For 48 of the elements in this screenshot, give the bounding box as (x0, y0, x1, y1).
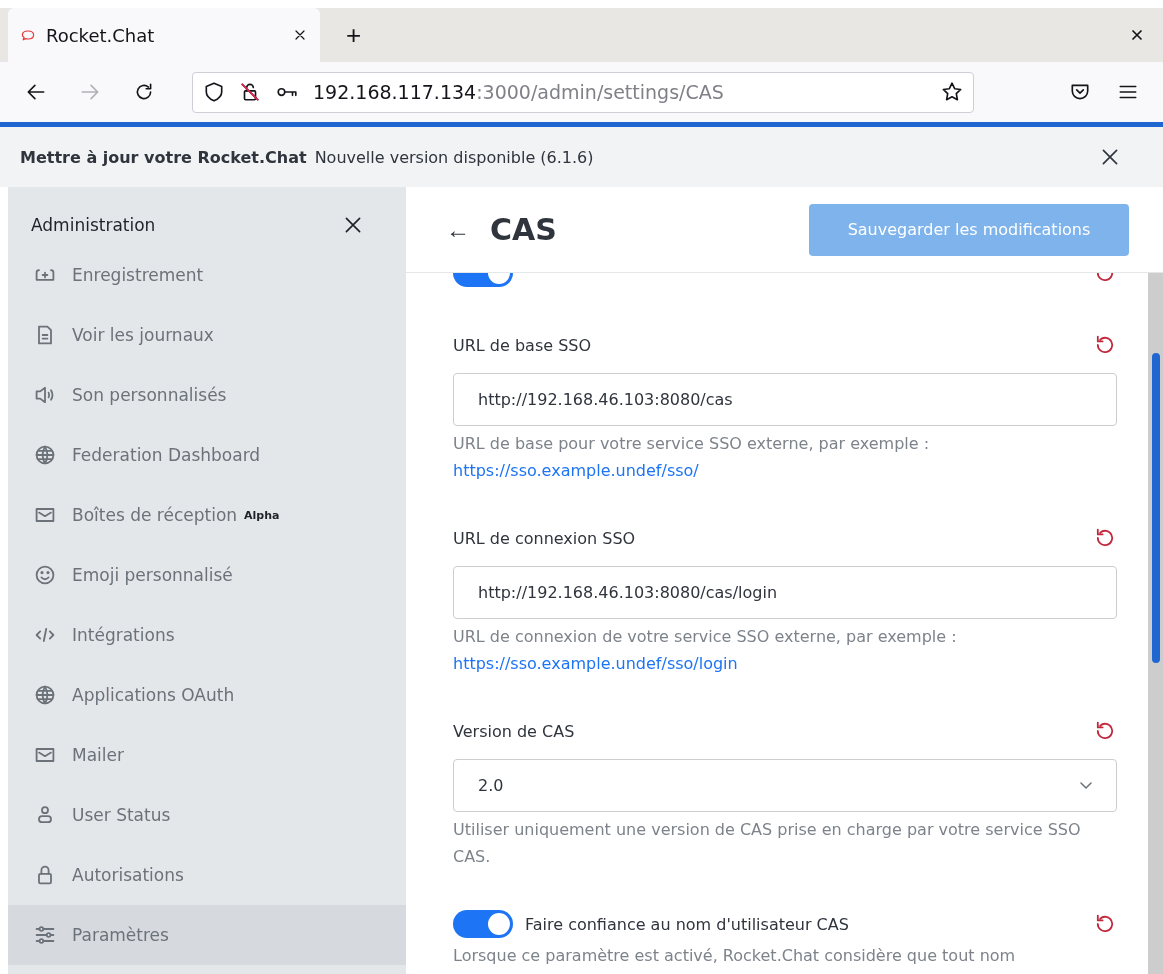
lock-slash-icon (239, 81, 261, 103)
setting-hint: URL de base pour votre service SSO externe, par exemple : (453, 433, 931, 455)
sidebar-item[interactable]: Intégrations (8, 605, 406, 665)
example-link[interactable]: https://sso.example.undef/sso/ (453, 457, 699, 484)
close-icon (1129, 27, 1145, 43)
sidebar-item[interactable]: User Status (8, 785, 406, 845)
browser-tab[interactable]: Rocket.Chat (8, 8, 320, 62)
setting-hint: Lorsque ce paramètre est activé, Rocket.Chat considère que tout nom (453, 945, 1017, 967)
banner-message: Nouvelle version disponible (6.1.6) (314, 147, 594, 167)
setting-hint: Utiliser uniquement une version de CAS prise en charge par votre service SSO CAS. (453, 819, 1082, 868)
sidebar-item[interactable]: Paramètres (8, 905, 406, 965)
setting-label: URL de connexion SSO (453, 528, 636, 548)
text-field[interactable]: http://192.168.46.103:8080/cas (453, 373, 1117, 426)
smiley-icon (33, 563, 57, 587)
shield-icon (203, 81, 225, 103)
back-button[interactable]: ← (446, 215, 470, 244)
page-title: CAS (490, 212, 557, 247)
sidebar-item[interactable]: Autorisations (8, 845, 406, 905)
example-link[interactable]: https://sso.example.undef/sso/login (453, 650, 738, 677)
globe-icon (33, 443, 57, 467)
sidebar-item[interactable]: Mailer (8, 725, 406, 785)
sidebar-item[interactable]: Applications OAuth (8, 665, 406, 725)
setting-label: URL de base SSO (453, 335, 592, 355)
sidebar-item[interactable]: Federation Dashboard (8, 425, 406, 485)
sidebar-item[interactable]: Son personnalisés (8, 365, 406, 425)
toggle-switch[interactable] (453, 910, 513, 938)
banner-title: Mettre à jour votre Rocket.Chat (20, 147, 307, 167)
chat-bubble-icon (20, 27, 36, 43)
alpha-tag: Alpha (244, 508, 280, 522)
url-text: 192.168.117.134:3000/admin/settings/CAS (313, 81, 725, 103)
version-dropdown[interactable]: 2.0 (453, 759, 1117, 812)
sidebar-item[interactable]: Boîtes de réception Alpha (8, 485, 406, 545)
setting-label: Version de CAS (453, 721, 575, 741)
chevron-down-icon (1080, 782, 1092, 789)
scrollbar-thumb[interactable] (1151, 353, 1160, 663)
sidebar-item[interactable]: Voir les journaux (8, 305, 406, 365)
sidebar-item[interactable]: Enregistrement (8, 245, 406, 305)
setting-label: Faire confiance au nom d'utilisateur CAS (525, 914, 849, 934)
text-field[interactable]: http://192.168.46.103:8080/cas/login (453, 566, 1117, 619)
tab-title: Rocket.Chat (46, 24, 156, 46)
new-tab-button[interactable]: + (342, 8, 366, 62)
star-icon (941, 81, 963, 103)
address-bar[interactable]: 192.168.117.134:3000/admin/settings/CAS (192, 71, 974, 113)
sidebar-title: Administration (31, 214, 156, 235)
sliders-icon (33, 923, 57, 947)
globe-icon (33, 683, 57, 707)
sidebar-item[interactable]: Emoji personnalisé (8, 545, 406, 605)
setting-hint: URL de connexion de votre service SSO externe, par exemple : (453, 626, 958, 648)
